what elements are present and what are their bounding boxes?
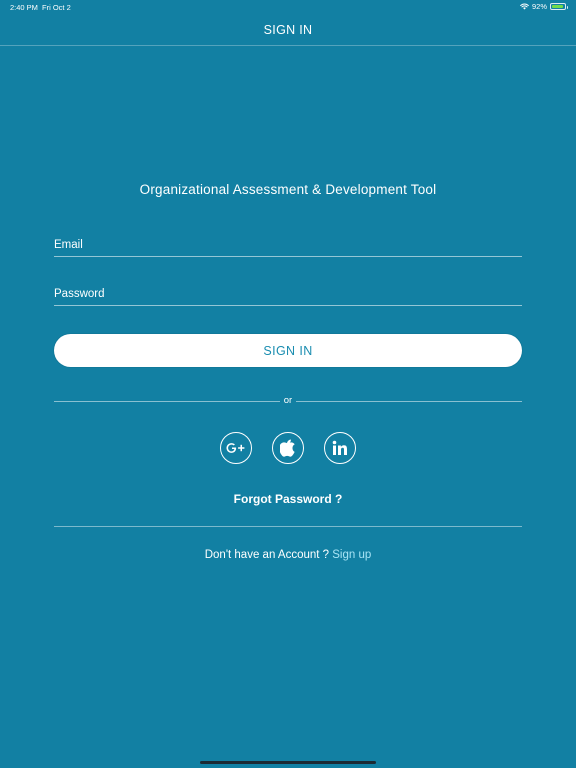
email-field[interactable] [54, 234, 522, 256]
status-bar: 2:40 PM Fri Oct 2 92% [0, 0, 576, 14]
signup-row: Don't have an Account ? Sign up [0, 549, 576, 561]
or-divider: or [54, 395, 522, 407]
apple-button[interactable] [272, 432, 304, 464]
sign-in-button[interactable]: SIGN IN [54, 334, 522, 367]
apple-icon [280, 439, 295, 457]
battery-fill [552, 5, 564, 8]
google-plus-button[interactable] [220, 432, 252, 464]
bottom-divider [54, 526, 522, 527]
email-field-container [54, 234, 522, 257]
app-title: Organizational Assessment & Development … [139, 182, 437, 197]
social-login-row [0, 432, 576, 464]
nav-bar: SIGN IN [0, 14, 576, 46]
page-title: SIGN IN [263, 22, 313, 37]
status-date: Fri Oct 2 [42, 3, 71, 12]
wifi-icon [520, 3, 529, 10]
status-indicators: 92% [520, 2, 568, 11]
no-account-text: Don't have an Account ? [204, 549, 330, 561]
status-time: 2:40 PM [10, 3, 38, 12]
battery-percent: 92% [531, 2, 547, 11]
password-field-container [54, 283, 522, 306]
linkedin-icon [332, 440, 347, 455]
battery-tip [566, 5, 568, 9]
sign-up-link[interactable]: Sign up [332, 549, 371, 561]
password-field[interactable] [54, 283, 522, 305]
battery-icon [550, 3, 568, 10]
linkedin-button[interactable] [324, 432, 356, 464]
google-plus-icon [226, 443, 245, 453]
divider-line-right [296, 401, 522, 402]
forgot-password-link[interactable]: Forgot Password ? [0, 492, 576, 506]
home-indicator[interactable] [200, 761, 376, 764]
